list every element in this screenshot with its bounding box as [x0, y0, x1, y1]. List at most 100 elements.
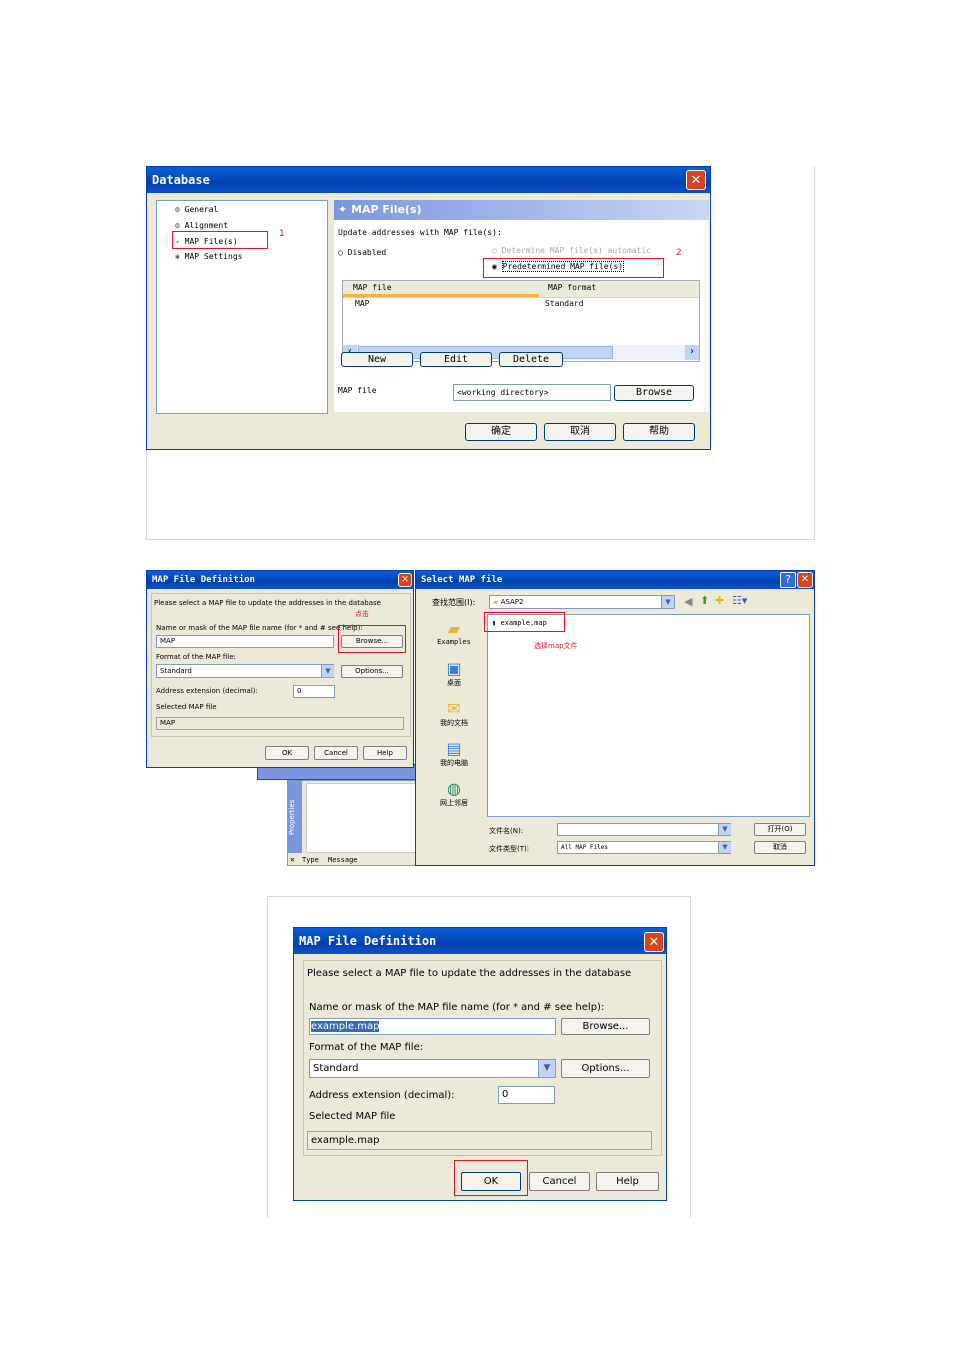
- map-file-input[interactable]: <working directory>: [453, 384, 611, 401]
- ext-label: Address extension (decimal):: [156, 687, 258, 695]
- table-header: MAP file MAP format: [343, 281, 699, 298]
- dialog-title: Select MAP file: [416, 571, 814, 589]
- prompt-text: Please select a MAP file to update the a…: [154, 599, 381, 607]
- scroll-right-icon[interactable]: ›: [685, 345, 699, 360]
- annotation-box-file: [484, 612, 565, 632]
- gear-icon: ⚙: [175, 205, 180, 214]
- annotation-box-1: [172, 231, 268, 249]
- cancel-button[interactable]: Cancel: [314, 746, 358, 760]
- name-input[interactable]: MAP: [156, 635, 334, 648]
- ext-label: Address extension (decimal):: [309, 1090, 455, 1101]
- map-files-panel: ✦ MAP File(s) Update addresses with MAP …: [334, 200, 709, 412]
- back-icon[interactable]: ◀: [684, 595, 692, 608]
- format-select[interactable]: Standard: [309, 1059, 556, 1078]
- open-button[interactable]: 打开(O): [754, 823, 806, 836]
- view-menu-icon[interactable]: ☷▾: [732, 594, 747, 607]
- annotation-number-2: 2: [676, 248, 682, 258]
- properties-tab[interactable]: Properties: [288, 781, 302, 853]
- tree-item-alignment[interactable]: ⚙ Alignment: [175, 221, 228, 230]
- chevron-down-icon[interactable]: ▼: [661, 596, 674, 608]
- cell-map-file: MAP: [355, 299, 370, 308]
- cancel-button[interactable]: Cancel: [529, 1172, 590, 1191]
- map-file-definition-dialog-small: MAP File Definition ✕ Please select a MA…: [146, 570, 414, 768]
- col-map-file[interactable]: MAP file: [353, 283, 392, 292]
- annotation-box-2: [483, 258, 664, 278]
- close-button[interactable]: ✕: [644, 932, 664, 952]
- filename-input[interactable]: [557, 823, 731, 836]
- format-select[interactable]: Standard: [156, 664, 334, 678]
- radio-disabled[interactable]: ○ Disabled: [338, 248, 386, 257]
- radio-determine[interactable]: ○ Determine MAP file(s) automatic: [492, 246, 651, 255]
- map-file-definition-dialog: MAP File Definition ✕ Please select a MA…: [293, 927, 667, 1201]
- close-button[interactable]: ✕: [797, 572, 813, 588]
- close-button[interactable]: ✕: [398, 573, 412, 587]
- lookin-label: 查找范围(I):: [432, 598, 476, 607]
- name-input[interactable]: example.map: [309, 1018, 556, 1035]
- place-computer[interactable]: ▤ 我的电脑: [426, 739, 482, 768]
- chevron-down-icon[interactable]: ▼: [321, 665, 334, 677]
- close-button[interactable]: ✕: [686, 170, 706, 190]
- cell-map-format: Standard: [545, 299, 584, 308]
- help-button[interactable]: Help: [363, 746, 407, 760]
- gear-icon: ⚙: [175, 221, 180, 230]
- desktop-icon: ▣: [446, 659, 462, 678]
- lookin-select[interactable]: ▰ ASAP2: [489, 595, 675, 609]
- filetype-select[interactable]: All MAP Files: [557, 841, 731, 854]
- ok-button[interactable]: 确定: [465, 423, 537, 441]
- selected-label: Selected MAP file: [156, 703, 217, 711]
- delete-button[interactable]: Delete: [499, 352, 563, 367]
- format-label: Format of the MAP file:: [309, 1042, 424, 1053]
- update-label: Update addresses with MAP file(s):: [338, 228, 502, 237]
- places-bar: ▰ Examples ▣ 桌面 ✉ 我的文档 ▤ 我的电脑 ◍ 网上邻居: [426, 613, 482, 815]
- browse-button[interactable]: Browse...: [561, 1018, 650, 1035]
- star-icon: ✦: [338, 203, 348, 216]
- annotation-number-1: 1: [279, 229, 285, 239]
- help-button[interactable]: ?: [780, 572, 796, 588]
- help-button[interactable]: Help: [596, 1172, 659, 1191]
- name-label: Name or mask of the MAP file name (for *…: [156, 624, 363, 632]
- file-list: ▮ example.map 选择map文件: [487, 614, 810, 817]
- table-row[interactable]: MAP Standard: [343, 298, 699, 312]
- chevron-down-icon[interactable]: ▼: [538, 1060, 555, 1077]
- col-map-format[interactable]: MAP format: [548, 283, 596, 292]
- cancel-button[interactable]: 取消: [544, 423, 616, 441]
- selected-label: Selected MAP file: [309, 1111, 396, 1122]
- edit-button[interactable]: Edit: [420, 352, 492, 367]
- tree-item-general[interactable]: ⚙ General: [175, 205, 218, 214]
- selected-value: example.map: [307, 1131, 652, 1150]
- help-button[interactable]: 帮助: [623, 423, 695, 441]
- col-underline: [343, 294, 539, 297]
- tree-item-map-settings[interactable]: ✱ MAP Settings: [175, 252, 242, 261]
- new-button[interactable]: New: [341, 352, 413, 367]
- dialog-title: MAP File Definition: [147, 571, 413, 589]
- place-examples[interactable]: ▰ Examples: [426, 619, 482, 646]
- browse-button[interactable]: Browse: [614, 385, 694, 401]
- dialog-title: MAP File Definition: [294, 928, 666, 954]
- dialog-title: Database: [147, 167, 710, 193]
- ext-input[interactable]: 0: [498, 1086, 555, 1104]
- ext-input[interactable]: 0: [293, 685, 335, 698]
- place-documents[interactable]: ✉ 我的文档: [426, 699, 482, 728]
- ok-button[interactable]: OK: [265, 746, 309, 760]
- chevron-down-icon[interactable]: ▼: [718, 824, 731, 835]
- col-message: Message: [328, 856, 358, 864]
- settings-icon: ✱: [175, 252, 180, 261]
- chevron-down-icon[interactable]: ▼: [718, 842, 731, 853]
- options-button[interactable]: Options...: [341, 665, 403, 678]
- annotation-select: 选择map文件: [534, 642, 578, 650]
- options-button[interactable]: Options...: [561, 1059, 650, 1078]
- network-icon: ◍: [447, 779, 461, 798]
- database-dialog: Database ✕ ⚙ General ⚙ Alignment ✦ MAP F…: [146, 166, 711, 450]
- panel-header: ✦ MAP File(s): [334, 200, 709, 220]
- map-file-table: MAP file MAP format MAP Standard ‹ ›: [342, 280, 700, 362]
- new-folder-icon[interactable]: ✚: [715, 594, 724, 607]
- place-desktop[interactable]: ▣ 桌面: [426, 659, 482, 688]
- dialog-group: [303, 960, 662, 1156]
- prompt-text: Please select a MAP file to update the a…: [307, 968, 632, 979]
- place-network[interactable]: ◍ 网上邻居: [426, 779, 482, 808]
- up-folder-icon[interactable]: ⬆: [700, 594, 709, 607]
- format-label: Format of the MAP file:: [156, 653, 236, 661]
- properties-pane: Properties ✕ Type Message: [287, 780, 417, 866]
- close-icon[interactable]: ✕: [290, 855, 295, 864]
- cancel-button[interactable]: 取消: [754, 841, 806, 854]
